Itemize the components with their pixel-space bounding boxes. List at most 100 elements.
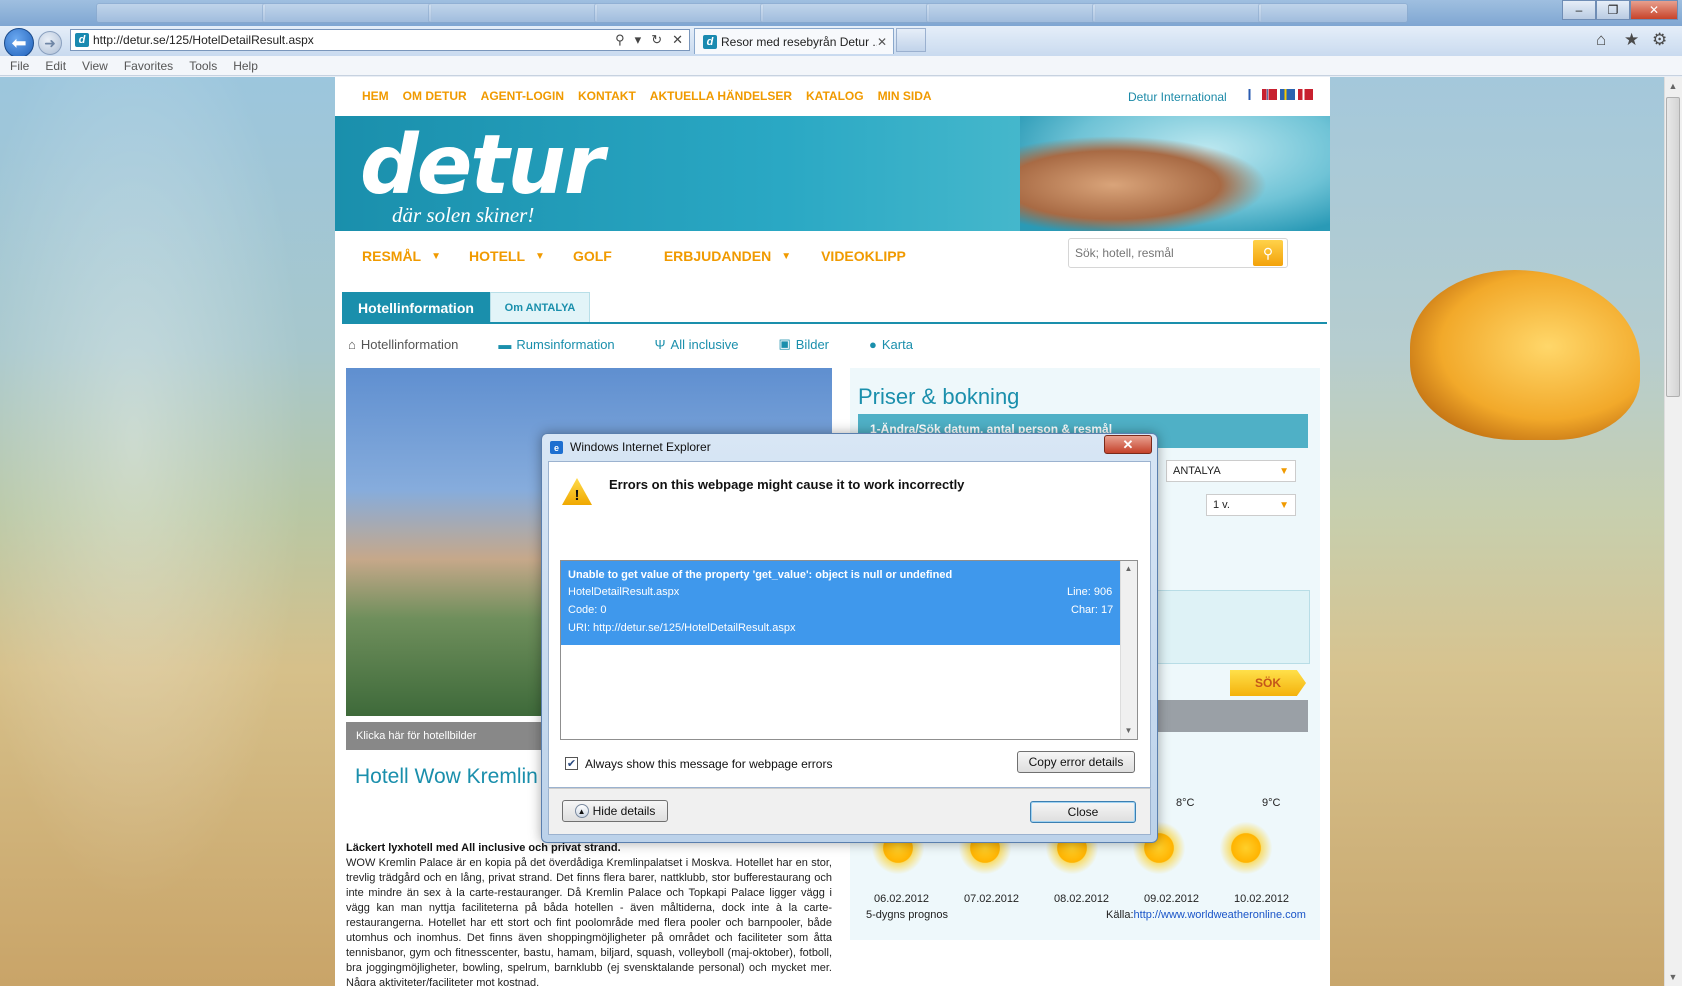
chevron-down-icon: ▼ <box>1279 499 1289 511</box>
weeks-select[interactable]: 1 v. ▼ <box>1206 494 1296 516</box>
background-tab[interactable] <box>760 3 930 23</box>
dialog-close-action-button[interactable]: Close <box>1030 801 1136 823</box>
nav-min-sida[interactable]: MIN SIDA <box>878 89 932 103</box>
background-tab[interactable] <box>428 3 598 23</box>
hide-details-button[interactable]: ▲ Hide details <box>562 800 668 822</box>
refresh-icon[interactable]: ↻ <box>651 32 662 48</box>
error-char: Char: 17 <box>1071 604 1114 616</box>
background-tab[interactable] <box>1092 3 1262 23</box>
close-tab-icon[interactable]: ✕ <box>877 35 893 49</box>
detur-international-link[interactable]: Detur International <box>1128 90 1227 104</box>
menu-view[interactable]: View <box>82 59 108 73</box>
menu-help[interactable]: Help <box>233 59 258 73</box>
scroll-up-icon[interactable]: ▲ <box>1122 564 1135 573</box>
sok-button[interactable]: SÖK <box>1230 670 1306 696</box>
dialog-heading: Errors on this webpage might cause it to… <box>609 477 965 492</box>
sun-icon <box>1216 818 1276 878</box>
search-icon[interactable]: ⚲ <box>615 32 625 48</box>
sub-tabs: ⌂ Hotellinformation ▬ Rumsinformation Ψ All… <box>348 336 953 352</box>
background-tab[interactable] <box>594 3 764 23</box>
nav-erbjudanden[interactable]: ERBJUDANDEN ▼ <box>664 248 791 264</box>
weather-date: 07.02.2012 <box>964 893 1020 905</box>
always-show-label[interactable]: Always show this message for webpage err… <box>585 757 832 771</box>
nav-resmal[interactable]: RESMÅL ▼ <box>362 248 441 264</box>
sweden-flag-icon[interactable] <box>1280 89 1295 100</box>
hotel-title: Hotell Wow Kremlin <box>355 765 538 788</box>
close-window-button[interactable]: ✕ <box>1630 0 1678 20</box>
background-tab[interactable] <box>262 3 432 23</box>
minimize-button[interactable]: – <box>1562 0 1596 20</box>
address-bar[interactable]: d http://detur.se/125/HotelDetailResult.… <box>70 29 690 51</box>
always-show-checkbox[interactable]: ✔ <box>565 757 578 770</box>
error-list-scrollbar[interactable] <box>1120 561 1137 739</box>
top-navigation: HEM OM DETUR AGENT-LOGIN KONTAKT AKTUELL… <box>362 89 932 103</box>
tab-om-antalya[interactable]: Om ANTALYA <box>490 292 590 323</box>
nav-katalog[interactable]: KATALOG <box>806 89 864 103</box>
weather-date: 08.02.2012 <box>1054 893 1110 905</box>
beach-background-left <box>0 77 335 986</box>
detur-logo[interactable]: detur <box>360 118 604 213</box>
restore-button[interactable]: ❐ <box>1596 0 1630 20</box>
background-tab[interactable] <box>926 3 1096 23</box>
weather-date: 10.02.2012 <box>1234 893 1290 905</box>
url-text[interactable]: http://detur.se/125/HotelDetailResult.as… <box>93 33 615 47</box>
stop-icon[interactable]: ✕ <box>672 32 683 48</box>
chevron-up-icon: ▲ <box>574 804 589 818</box>
active-tab[interactable]: d Resor med resebyrån Detur ... ✕ <box>694 28 894 54</box>
subtab-karta[interactable]: ● Karta <box>869 336 913 352</box>
hotel-description: WOW Kremlin Palace är en kopia på det öv… <box>346 857 832 986</box>
scroll-down-icon[interactable]: ▼ <box>1666 970 1680 984</box>
gear-icon[interactable]: ⚙ <box>1652 30 1667 50</box>
background-tab[interactable] <box>1258 3 1408 23</box>
tagline: där solen skiner! <box>392 203 535 227</box>
nav-hotell[interactable]: HOTELL ▼ <box>469 248 545 264</box>
error-uri: URI: http://detur.se/125/HotelDetailResu… <box>568 622 796 634</box>
menu-tools[interactable]: Tools <box>189 59 217 73</box>
destination-select[interactable]: ANTALYA ▼ <box>1166 460 1296 482</box>
weather-source-link[interactable]: http://www.worldweatheronline.com <box>1134 909 1306 921</box>
forecast-label: 5-dygns prognos <box>866 909 948 921</box>
scroll-up-icon[interactable]: ▲ <box>1666 79 1680 93</box>
cutlery-icon: Ψ <box>654 336 666 352</box>
nav-om-detur[interactable]: OM DETUR <box>403 89 467 103</box>
nav-kontakt[interactable]: KONTAKT <box>578 89 636 103</box>
new-tab-button[interactable] <box>896 28 926 52</box>
site-search: ⚲ <box>1068 238 1288 268</box>
subtab-rumsinformation[interactable]: ▬ Rumsinformation <box>498 336 614 352</box>
hotel-photo-caption[interactable]: Klicka här för hotellbilder <box>346 722 546 750</box>
scrollbar-thumb[interactable] <box>1666 97 1680 397</box>
nav-hem[interactable]: HEM <box>362 89 389 103</box>
subtab-all-inclusive[interactable]: Ψ All inclusive <box>655 336 739 352</box>
back-button[interactable]: ⬅ <box>4 28 34 58</box>
site-search-input[interactable] <box>1069 246 1253 260</box>
home-icon[interactable]: ⌂ <box>1596 30 1606 50</box>
background-tab[interactable] <box>96 3 266 23</box>
ie-icon: e <box>550 441 563 454</box>
norway-flag-icon[interactable] <box>1262 89 1277 100</box>
scroll-down-icon[interactable]: ▼ <box>1122 726 1135 735</box>
finland-flag-icon[interactable] <box>1244 89 1259 100</box>
weather-date: 06.02.2012 <box>874 893 930 905</box>
dialog-close-button[interactable]: ✕ <box>1104 435 1152 454</box>
tab-hotellinformation[interactable]: Hotellinformation <box>342 292 490 323</box>
favorites-star-icon[interactable]: ★ <box>1624 30 1639 50</box>
search-button[interactable]: ⚲ <box>1253 240 1283 266</box>
subtab-hotellinformation[interactable]: ⌂ Hotellinformation <box>348 336 458 352</box>
nav-videoklipp[interactable]: VIDEOKLIPP <box>821 248 906 264</box>
nav-agent-login[interactable]: AGENT-LOGIN <box>481 89 564 103</box>
search-icon: ⚲ <box>1262 244 1274 261</box>
error-file: HotelDetailResult.aspx <box>568 586 680 598</box>
nav-golf[interactable]: GOLF <box>573 248 612 264</box>
dropdown-icon[interactable]: ▾ <box>635 32 642 48</box>
bed-icon: ▬ <box>498 336 512 352</box>
denmark-flag-icon[interactable] <box>1298 89 1313 100</box>
dropdown-arrow-icon: ▼ <box>431 250 442 262</box>
nav-aktuella-handelser[interactable]: AKTUELLA HÄNDELSER <box>650 89 792 103</box>
menu-file[interactable]: File <box>10 59 29 73</box>
forward-button[interactable]: ➜ <box>38 31 62 55</box>
subtab-bilder[interactable]: ▣ Bilder <box>778 336 829 352</box>
menu-favorites[interactable]: Favorites <box>124 59 173 73</box>
dialog-title: Windows Internet Explorer <box>570 440 711 454</box>
copy-error-details-button[interactable]: Copy error details <box>1017 751 1135 773</box>
menu-edit[interactable]: Edit <box>45 59 66 73</box>
